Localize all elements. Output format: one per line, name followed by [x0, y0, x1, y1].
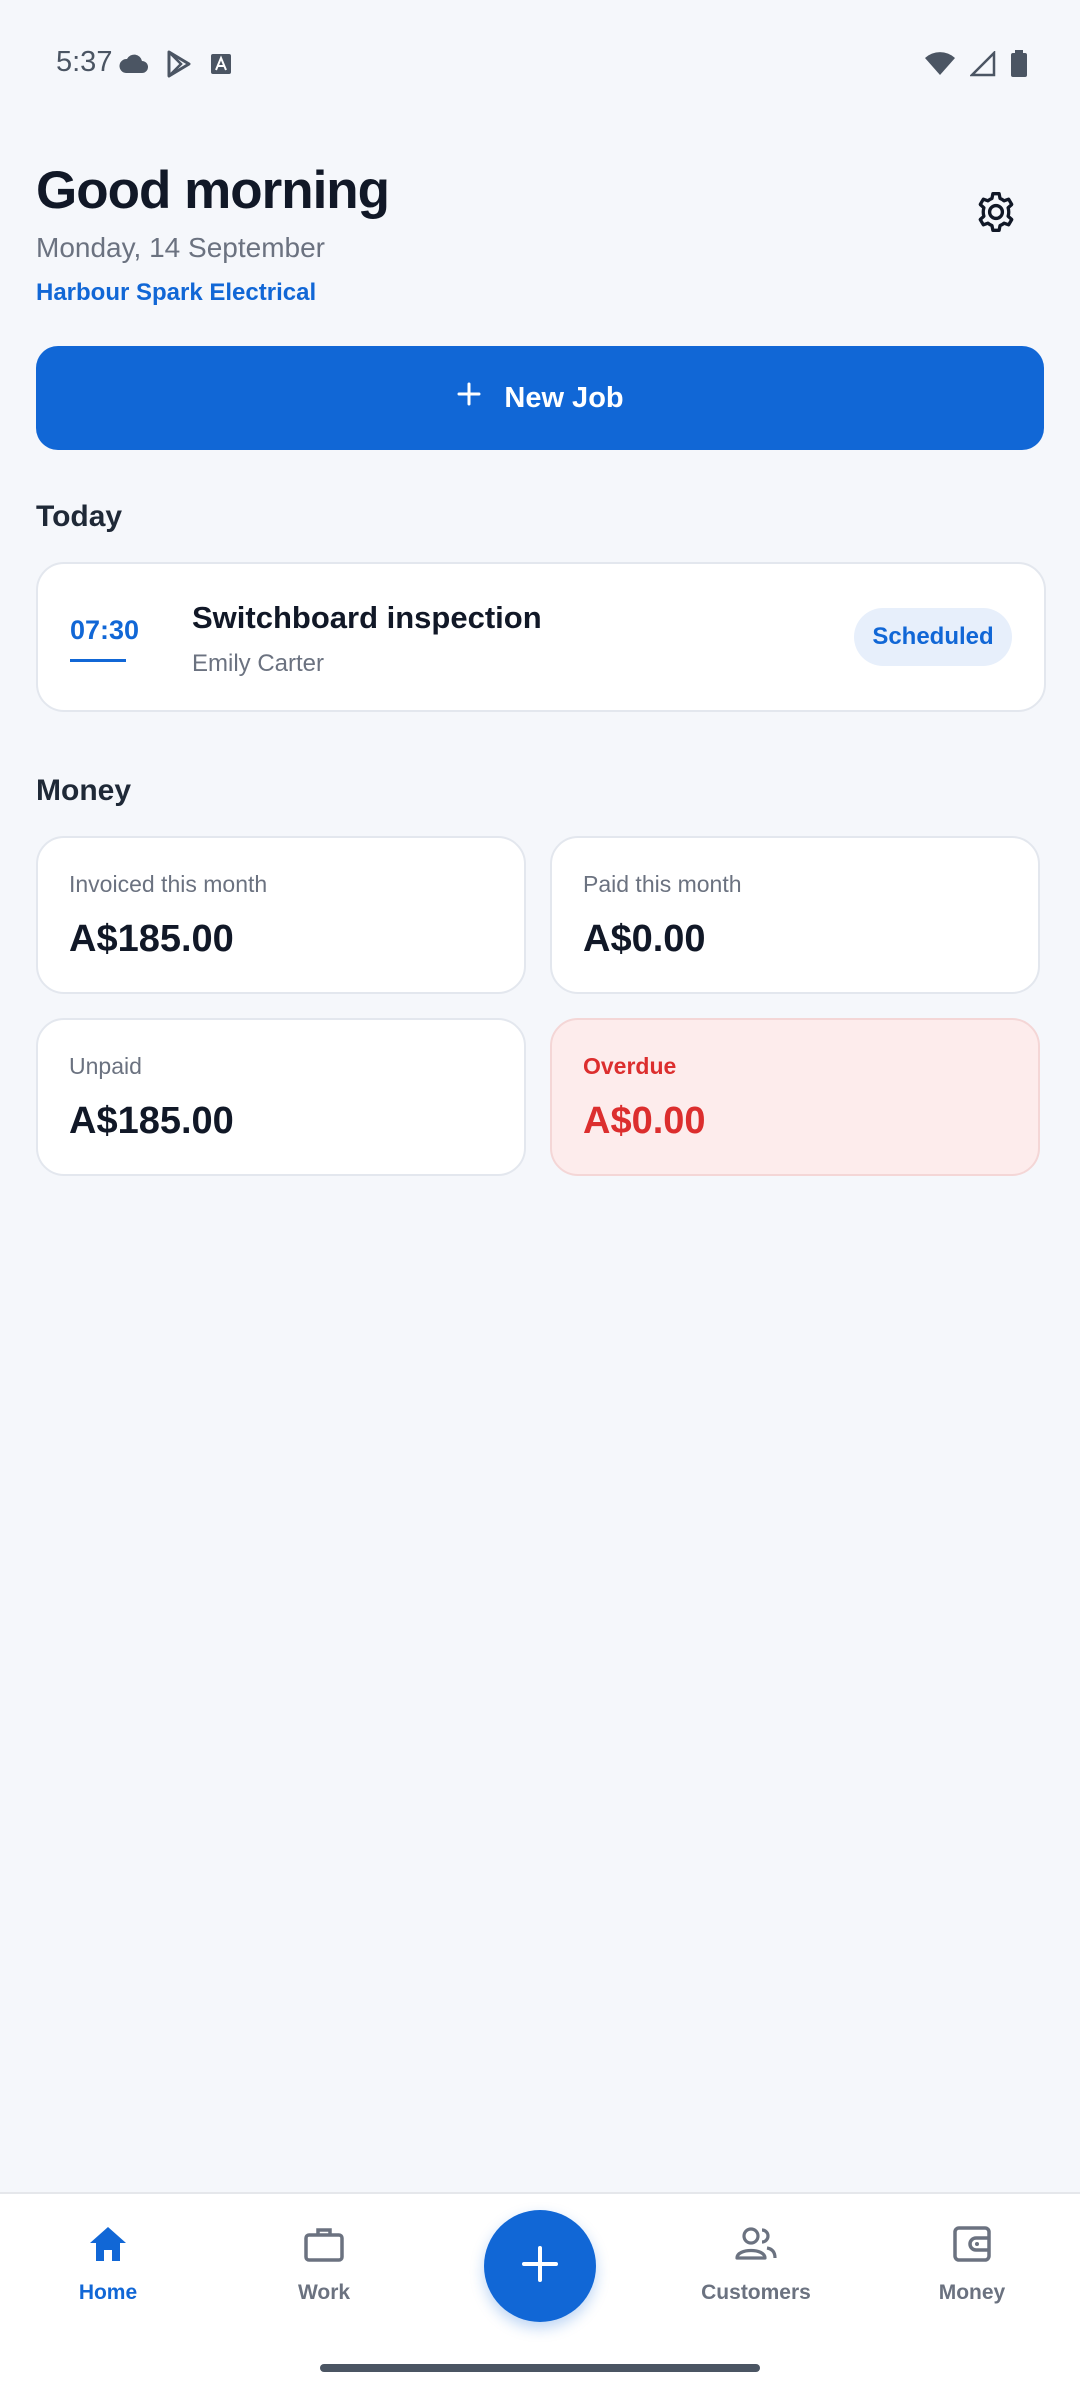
nav-label: Home	[78, 2281, 138, 2304]
nav-money[interactable]: Money	[892, 2224, 1052, 2305]
nav-label: Money	[938, 2281, 1006, 2304]
cloud-icon	[118, 53, 148, 80]
nav-label: Work	[297, 2281, 351, 2304]
cellular-icon	[968, 49, 996, 82]
job-time: 07:30	[70, 615, 140, 645]
money-card-label: Unpaid	[69, 1053, 142, 1079]
business-name[interactable]: Harbour Spark Electrical	[36, 279, 316, 307]
briefcase-icon	[302, 2224, 346, 2269]
money-card-value: A$0.00	[583, 918, 706, 960]
wifi-icon	[924, 51, 956, 82]
gear-icon	[974, 190, 1018, 239]
money-card-label: Overdue	[583, 1053, 677, 1079]
plus-icon	[456, 381, 482, 415]
nav-home[interactable]: Home	[28, 2224, 188, 2305]
home-indicator[interactable]	[320, 2364, 760, 2372]
status-badge: Scheduled	[854, 608, 1012, 666]
job-customer: Emily Carter	[192, 650, 325, 677]
status-right-icons	[924, 49, 1028, 83]
money-card-value: A$185.00	[69, 1100, 234, 1142]
job-title: Switchboard inspection	[192, 600, 542, 635]
money-section-title: Money	[36, 774, 132, 807]
nav-work[interactable]: Work	[244, 2224, 404, 2305]
money-card-label: Invoiced this month	[69, 871, 268, 897]
status-bar: 5:37	[0, 0, 1080, 130]
battery-icon	[1010, 50, 1028, 83]
date-label: Monday, 14 September	[36, 232, 325, 263]
plus-icon	[520, 2244, 560, 2289]
paid-card[interactable]: Paid this month A$0.00	[550, 836, 1040, 994]
unpaid-card[interactable]: Unpaid A$185.00	[36, 1018, 526, 1176]
wallet-icon	[950, 2224, 994, 2269]
new-job-label: New Job	[504, 381, 624, 414]
settings-button[interactable]	[966, 184, 1026, 244]
overdue-card[interactable]: Overdue A$0.00	[550, 1018, 1040, 1176]
job-card[interactable]: 07:30 Switchboard inspection Emily Carte…	[36, 562, 1046, 712]
home-icon	[86, 2224, 130, 2269]
today-section-title: Today	[36, 500, 123, 533]
nav-label: Customers	[701, 2281, 811, 2304]
status-time: 5:37	[56, 46, 113, 78]
status-left-icons	[118, 50, 232, 83]
invoiced-card[interactable]: Invoiced this month A$185.00	[36, 836, 526, 994]
greeting-title: Good morning	[36, 161, 390, 220]
nav-customers[interactable]: Customers	[676, 2224, 836, 2305]
money-card-value: A$0.00	[583, 1100, 706, 1142]
money-card-label: Paid this month	[583, 871, 742, 897]
bottom-nav: Home Work Customers Money	[0, 2192, 1080, 2402]
new-job-button[interactable]: New Job	[36, 346, 1044, 450]
people-icon	[733, 2224, 779, 2269]
job-time-underline	[70, 659, 126, 662]
font-icon	[210, 53, 232, 80]
money-card-value: A$185.00	[69, 918, 234, 960]
add-fab-button[interactable]	[484, 2210, 596, 2322]
play-store-icon	[166, 50, 192, 83]
